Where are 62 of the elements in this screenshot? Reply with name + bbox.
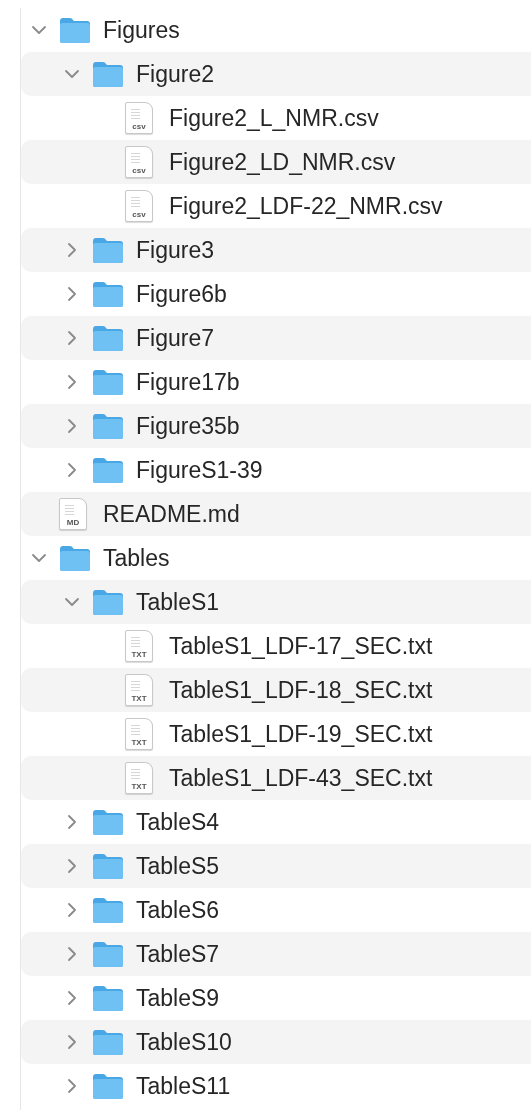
folder-icon [92, 60, 124, 88]
file-type-label: TXT [131, 695, 147, 703]
file-name: Figure2_LD_NMR.csv [169, 147, 396, 177]
folder-row[interactable]: Figure3 [21, 228, 531, 272]
folder-name: TableS5 [136, 851, 220, 881]
folder-icon [92, 984, 124, 1012]
folder-icon [92, 280, 124, 308]
folder-icon [92, 236, 124, 264]
folder-row[interactable]: Figure2 [21, 52, 531, 96]
folder-icon [92, 412, 124, 440]
folder-name: FigureS1-39 [136, 455, 263, 485]
folder-icon [59, 544, 91, 572]
folder-name: Figure3 [136, 235, 214, 265]
folder-name: TableS9 [136, 983, 220, 1013]
folder-icon [92, 808, 124, 836]
file-row[interactable]: TXT TableS1_LDF-43_SEC.txt [21, 756, 531, 800]
file-name: Figure2_L_NMR.csv [169, 103, 379, 133]
folder-name: Figure2 [136, 59, 214, 89]
folder-name: Figure7 [136, 323, 214, 353]
file-name: TableS1_LDF-17_SEC.txt [169, 631, 433, 661]
folder-name: TableS7 [136, 939, 220, 969]
file-name: Figure2_LDF-22_NMR.csv [169, 191, 443, 221]
folder-row[interactable]: TableS5 [21, 844, 531, 888]
folder-icon [92, 1028, 124, 1056]
file-name: TableS1_LDF-43_SEC.txt [169, 763, 433, 793]
folder-name: Figures [103, 15, 180, 45]
file-row[interactable]: MD README.md [21, 492, 531, 536]
folder-name: TableS4 [136, 807, 220, 837]
folder-name: TableS1 [136, 587, 220, 617]
folder-name: TableS6 [136, 895, 220, 925]
folder-icon [92, 1072, 124, 1100]
file-type-label: csv [132, 167, 146, 175]
folder-name: Figure17b [136, 367, 240, 397]
file-type-label: TXT [131, 651, 147, 659]
file-type-label: csv [132, 211, 146, 219]
folder-icon [59, 16, 91, 44]
folder-name: Figure35b [136, 411, 240, 441]
file-type-label: csv [132, 123, 146, 131]
file-row[interactable]: TXT TableS1_LDF-18_SEC.txt [21, 668, 531, 712]
folder-icon [92, 940, 124, 968]
file-name: TableS1_LDF-18_SEC.txt [169, 675, 433, 705]
folder-row[interactable]: TableS1 [21, 580, 531, 624]
folder-row[interactable]: Figure7 [21, 316, 531, 360]
file-name: README.md [103, 499, 240, 529]
folder-icon [92, 456, 124, 484]
folder-name: TableS11 [136, 1071, 231, 1101]
folder-icon [92, 852, 124, 880]
folder-row[interactable]: Figure35b [21, 404, 531, 448]
file-row[interactable]: csv Figure2_LD_NMR.csv [21, 140, 531, 184]
folder-icon [92, 368, 124, 396]
folder-name: TableS10 [136, 1027, 232, 1057]
folder-name: Tables [103, 543, 170, 573]
file-type-label: TXT [131, 783, 147, 791]
folder-icon [92, 588, 124, 616]
file-type-label: MD [66, 519, 80, 527]
folder-icon [92, 324, 124, 352]
folder-row[interactable]: TableS7 [21, 932, 531, 976]
file-name: TableS1_LDF-19_SEC.txt [169, 719, 433, 749]
folder-icon [92, 896, 124, 924]
file-type-label: TXT [131, 739, 147, 747]
folder-name: Figure6b [136, 279, 227, 309]
folder-row[interactable]: TableS10 [21, 1020, 531, 1064]
